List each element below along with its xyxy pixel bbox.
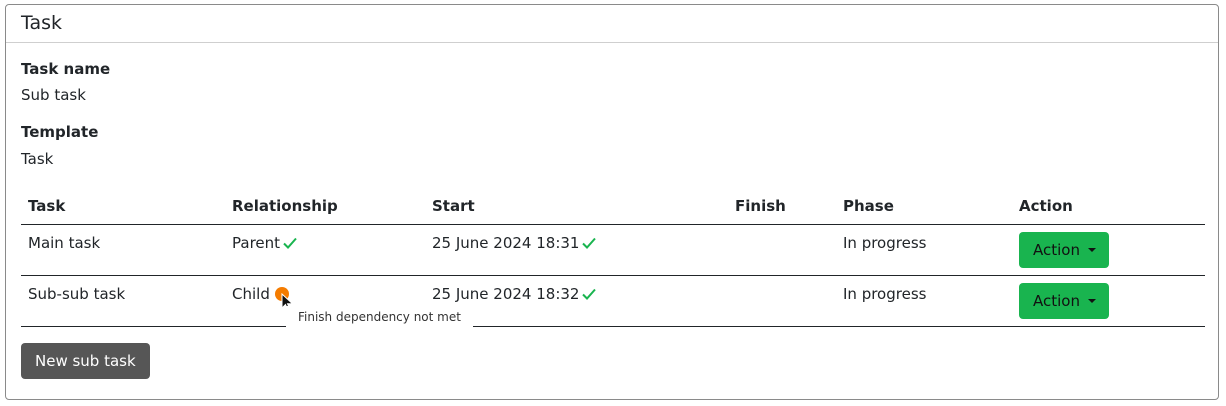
col-action: Action (1012, 187, 1205, 225)
action-label: Action (1033, 241, 1080, 259)
relationship-text: Child (232, 285, 270, 303)
dependencies-table: Task Relationship Start Finish Phase Act… (21, 187, 1205, 327)
dependency-tooltip: Finish dependency not met (286, 306, 473, 328)
check-icon (582, 235, 597, 253)
start-text: 25 June 2024 18:32 (432, 285, 580, 303)
table-row: Sub-sub task Child 25 June 2024 18:32 In… (21, 275, 1205, 327)
task-cell: Sub-sub task (21, 275, 225, 327)
check-icon (582, 286, 597, 304)
action-dropdown-button[interactable]: Action (1019, 232, 1109, 268)
task-name-label: Task name (21, 60, 111, 78)
action-dropdown-button[interactable]: Action (1019, 283, 1109, 319)
relationship-cell: Parent (225, 224, 425, 276)
col-relationship: Relationship (225, 187, 425, 225)
check-icon (283, 235, 297, 253)
table-row: Main task Parent 25 June 2024 18:31 In p… (21, 224, 1205, 276)
phase-cell: In progress (836, 275, 1012, 327)
start-text: 25 June 2024 18:31 (432, 234, 580, 252)
action-cell: Action (1012, 224, 1205, 276)
col-task: Task (21, 187, 225, 225)
warning-icon[interactable] (274, 287, 294, 312)
action-cell: Action (1012, 275, 1205, 327)
finish-cell (728, 224, 836, 276)
template-label: Template (21, 123, 99, 141)
col-start: Start (425, 187, 728, 225)
action-label: Action (1033, 292, 1080, 310)
col-finish: Finish (728, 187, 836, 225)
phase-cell: In progress (836, 224, 1012, 276)
finish-cell (728, 275, 836, 327)
new-sub-task-button[interactable]: New sub task (21, 343, 150, 379)
task-name-value: Sub task (21, 86, 86, 104)
table-header-row: Task Relationship Start Finish Phase Act… (21, 187, 1205, 225)
task-cell: Main task (21, 224, 225, 276)
task-card: Task Task name Sub task Template Task Ta… (5, 4, 1219, 400)
template-value: Task (21, 150, 54, 168)
caret-down-icon (1087, 248, 1096, 252)
card-title: Task (6, 5, 1218, 43)
caret-down-icon (1087, 299, 1096, 303)
relationship-text: Parent (232, 234, 281, 252)
col-phase: Phase (836, 187, 1012, 225)
start-cell: 25 June 2024 18:31 (425, 224, 728, 276)
